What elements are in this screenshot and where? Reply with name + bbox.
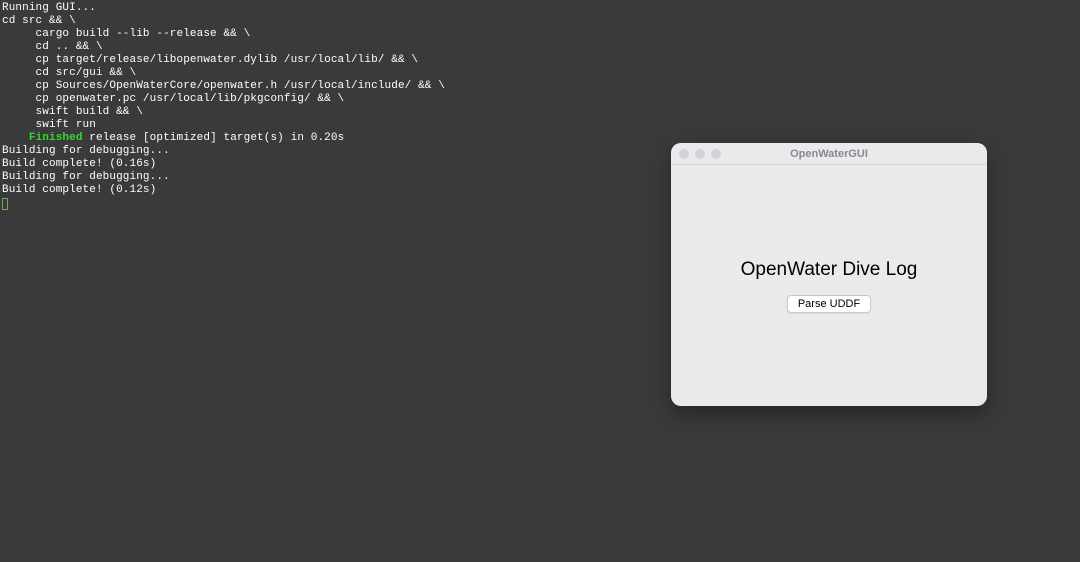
parse-uddf-button[interactable]: Parse UDDF bbox=[787, 295, 871, 313]
app-heading: OpenWater Dive Log bbox=[741, 259, 918, 281]
minimize-icon[interactable] bbox=[695, 149, 705, 159]
traffic-lights bbox=[671, 149, 721, 159]
app-content: OpenWater Dive Log Parse UDDF bbox=[671, 165, 987, 406]
app-window: OpenWaterGUI OpenWater Dive Log Parse UD… bbox=[671, 143, 987, 406]
close-icon[interactable] bbox=[679, 149, 689, 159]
zoom-icon[interactable] bbox=[711, 149, 721, 159]
window-titlebar[interactable]: OpenWaterGUI bbox=[671, 143, 987, 165]
